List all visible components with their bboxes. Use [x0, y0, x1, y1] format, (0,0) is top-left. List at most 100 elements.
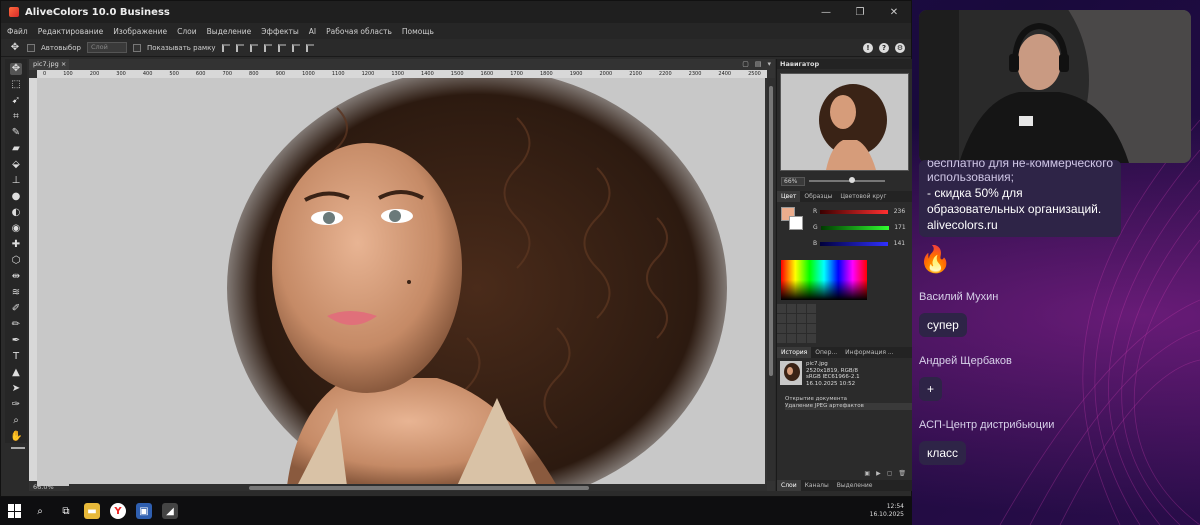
document-area: pic7.jpg × ▢ ▤ ▾ 0 100 200 300 400 500 600 700 8…	[29, 59, 775, 491]
align-top-icon[interactable]	[263, 43, 272, 52]
alert-icon[interactable]: !	[863, 42, 873, 53]
ruler-tick-label: 1100	[331, 71, 345, 77]
new-icon[interactable]: ▢	[887, 470, 893, 480]
align-right-icon[interactable]	[249, 43, 258, 52]
background-color-swatch[interactable]	[15, 447, 25, 449]
distribute-icon[interactable]	[305, 43, 314, 52]
align-center-icon[interactable]	[235, 43, 244, 52]
color-background-swatch[interactable]	[789, 216, 803, 230]
swatch-grid[interactable]	[777, 304, 816, 343]
image-canvas[interactable]	[37, 78, 765, 486]
stamp-tool[interactable]: ⊥	[10, 175, 22, 187]
tab-swatches[interactable]: Образцы	[800, 191, 836, 202]
navigator-zoom: 66%	[777, 175, 912, 187]
tab-history[interactable]: История	[777, 347, 812, 358]
history-snapshot[interactable]: pic7.jpg 2520x1819, RGB/8 sRGB IEC61966-…	[777, 358, 912, 390]
tab-info[interactable]: Информация ...	[841, 347, 897, 358]
healing-tool[interactable]: ✚	[10, 239, 22, 251]
history-step[interactable]: Открытие документа	[785, 396, 912, 403]
zoom-tool[interactable]: ⌕	[10, 415, 22, 427]
align-left-icon[interactable]	[221, 43, 230, 52]
text-tool[interactable]: T	[10, 351, 22, 363]
red-value[interactable]: 236	[891, 208, 905, 215]
sponge-tool[interactable]: ◉	[10, 223, 22, 235]
options-bar: ✥ Автовыбор Слой Показывать рамку ! ? ⚙	[1, 39, 911, 57]
search-icon[interactable]: ⌕	[32, 503, 48, 519]
lasso-tool[interactable]: ➹	[10, 95, 22, 107]
pen-tool[interactable]: ✒	[10, 335, 22, 347]
green-value[interactable]: 171	[892, 224, 905, 231]
snapshot-icon[interactable]: ▣	[864, 470, 870, 480]
minimize-icon[interactable]: —	[809, 1, 843, 23]
menu-help[interactable]: Помощь	[402, 27, 434, 36]
marquee-tool[interactable]: ⬚	[10, 79, 22, 91]
menu-select[interactable]: Выделение	[207, 27, 252, 36]
tab-color-wheel[interactable]: Цветовой круг	[836, 191, 890, 202]
task-view-icon[interactable]: ⧉	[58, 503, 74, 519]
navigator-thumbnail[interactable]	[780, 73, 909, 171]
path-tool[interactable]: ➤	[10, 383, 22, 395]
tab-selection[interactable]: Выделение	[833, 480, 877, 491]
menu-layers[interactable]: Слои	[177, 27, 197, 36]
fire-reaction: 🔥	[919, 244, 952, 274]
menu-ai[interactable]: AI	[309, 27, 316, 36]
menu-file[interactable]: Файл	[7, 27, 28, 36]
gear-icon[interactable]: ⚙	[895, 42, 905, 53]
more-icon[interactable]: ▾	[767, 60, 771, 68]
layout-icon[interactable]: ▤	[755, 60, 762, 68]
eyedropper-tool[interactable]: ✎	[10, 127, 22, 139]
dodge-tool[interactable]: ◐	[10, 207, 22, 219]
yandex-browser-icon[interactable]: Y	[110, 503, 126, 519]
ruler-tick-label: 400	[142, 71, 153, 77]
play-icon[interactable]: ▶	[876, 470, 881, 480]
picker-tool[interactable]: ✑	[10, 399, 22, 411]
menu-image[interactable]: Изображение	[113, 27, 167, 36]
windows-start-icon[interactable]	[8, 504, 22, 518]
horizontal-scrollbar[interactable]	[69, 484, 767, 491]
blue-slider[interactable]	[820, 241, 889, 246]
hand-tool[interactable]: ✋	[10, 431, 22, 443]
menu-workspace[interactable]: Рабочая область	[326, 27, 392, 36]
align-bottom-icon[interactable]	[291, 43, 300, 52]
move-tool[interactable]: ✥	[10, 63, 22, 75]
show-frame-checkbox[interactable]	[132, 43, 141, 52]
pencil-tool[interactable]: ✏	[10, 319, 22, 331]
tab-layers[interactable]: Слои	[777, 480, 801, 491]
tab-operations[interactable]: Опер...	[811, 347, 841, 358]
history-step[interactable]: Удаление JPEG артефактов	[785, 403, 912, 410]
ruler-tick-label: 1300	[391, 71, 405, 77]
patch-tool[interactable]: ⬡	[10, 255, 22, 267]
close-icon[interactable]: ✕	[877, 1, 911, 23]
title-bar: AliveColors 10.0 Business — ❐ ✕	[1, 1, 911, 23]
navigator-zoom-slider[interactable]	[809, 177, 885, 183]
vertical-scrollbar[interactable]	[767, 78, 775, 481]
autoselect-checkbox[interactable]	[27, 43, 35, 52]
file-explorer-icon[interactable]: ▬	[84, 503, 100, 519]
help-icon[interactable]: ?	[879, 42, 889, 53]
brush-tool[interactable]: ✐	[10, 303, 22, 315]
fill-tool[interactable]: ⬙	[10, 159, 22, 171]
layer-select[interactable]: Слой	[86, 42, 127, 53]
new-doc-icon[interactable]: ▢	[742, 60, 749, 68]
blue-value[interactable]: 141	[891, 240, 905, 247]
navigator-zoom-value[interactable]: 66%	[781, 176, 805, 186]
liquify-tool[interactable]: ≋	[10, 287, 22, 299]
red-slider[interactable]	[820, 209, 889, 214]
trash-icon[interactable]: 🗑	[898, 470, 906, 480]
maximize-icon[interactable]: ❐	[843, 1, 877, 23]
transform-tool[interactable]: ⇹	[10, 271, 22, 283]
blur-tool[interactable]: ●	[10, 191, 22, 203]
alivecolors-taskbar-icon[interactable]: ◢	[162, 503, 178, 519]
menu-effects[interactable]: Эффекты	[261, 27, 299, 36]
save-app-icon[interactable]: ▣	[136, 503, 152, 519]
crop-tool[interactable]: ⌗	[10, 111, 22, 123]
align-middle-icon[interactable]	[277, 43, 286, 52]
shape-tool[interactable]: ▲	[10, 367, 22, 379]
color-spectrum[interactable]	[781, 260, 867, 300]
tab-color[interactable]: Цвет	[777, 191, 801, 202]
tab-channels[interactable]: Каналы	[801, 480, 833, 491]
eraser-tool[interactable]: ▰	[10, 143, 22, 155]
menu-edit[interactable]: Редактирование	[38, 27, 103, 36]
green-slider[interactable]	[820, 225, 889, 230]
document-tab[interactable]: pic7.jpg ×	[29, 59, 69, 70]
